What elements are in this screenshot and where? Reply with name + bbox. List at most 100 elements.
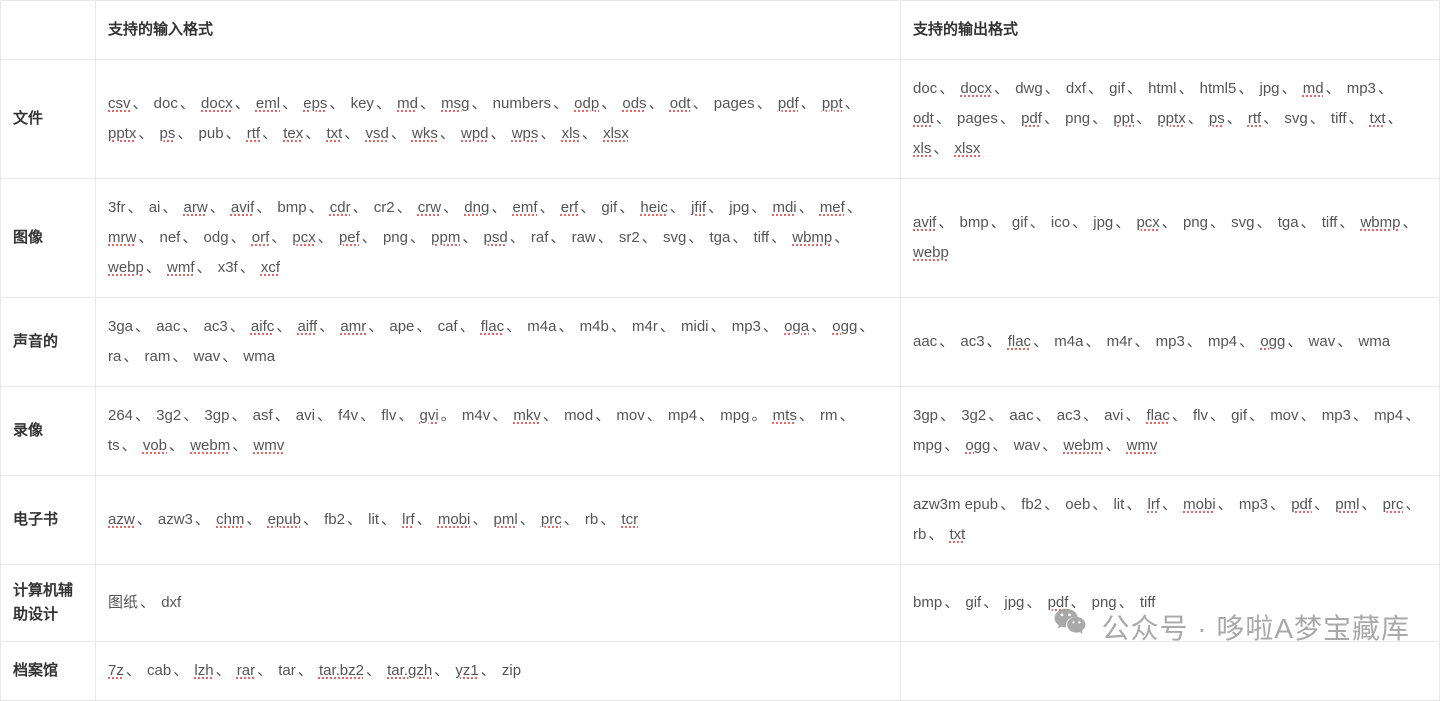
separator: 、 <box>319 318 338 335</box>
format-token: asf <box>253 407 273 424</box>
format-token: ppt <box>822 95 843 112</box>
separator: 、 <box>344 125 363 142</box>
separator: 、 <box>172 348 191 365</box>
separator: 、 <box>275 407 294 424</box>
format-token: oeb <box>1065 496 1090 513</box>
separator: 、 <box>230 318 249 335</box>
separator: 、 <box>847 199 862 216</box>
format-token: eps <box>303 95 327 112</box>
format-token: pml <box>494 511 518 528</box>
format-token: flac <box>1008 333 1031 350</box>
separator: 、 <box>1134 333 1153 350</box>
col-header-category <box>1 1 96 60</box>
output-formats-cell: azw3m epub、 fb2、 oeb、 lit、 lrf、 mobi、 mp… <box>901 476 1440 565</box>
format-token: key <box>351 95 374 112</box>
separator: 、 <box>1042 437 1061 454</box>
format-token: pcx <box>1136 214 1159 231</box>
format-token: wbmp <box>792 229 832 246</box>
separator: 、 <box>353 199 372 216</box>
format-token: lzh <box>194 662 213 679</box>
separator: 、 <box>471 95 490 112</box>
format-token: aac <box>913 333 937 350</box>
format-token: bmp <box>913 594 942 611</box>
separator: 、 <box>983 594 1002 611</box>
separator: 、 <box>232 437 251 454</box>
separator: 、 <box>1353 407 1372 424</box>
output-formats-cell: 3gp、 3g2、 aac、 ac3、 avi、 flac、 flv、 gif、… <box>901 387 1440 476</box>
separator: 、 <box>317 407 336 424</box>
format-token: mp3 <box>732 318 761 335</box>
separator: 、 <box>140 594 159 611</box>
separator: 、 <box>462 229 481 246</box>
output-formats-cell: avif、 bmp、 gif、 ico、 jpg、 pcx、 png、 svg、… <box>901 179 1440 298</box>
separator: 、 <box>133 95 152 112</box>
format-token: prc <box>1383 496 1404 513</box>
separator: 、 <box>240 259 259 276</box>
separator: 、 <box>262 125 281 142</box>
input-formats-cell: 7z、 cab、 lzh、 rar、 tar、 tar.bz2、 tar.gzh… <box>96 642 901 701</box>
separator: 、 <box>1405 407 1420 424</box>
format-token: html <box>1148 80 1176 97</box>
format-token: xlsx <box>955 140 981 157</box>
separator: 、 <box>1314 496 1333 513</box>
separator: 、 <box>928 526 947 543</box>
separator: 、 <box>510 229 529 246</box>
format-token: caf <box>438 318 458 335</box>
separator: 、 <box>416 318 435 335</box>
separator: 、 <box>123 348 142 365</box>
separator: 、 <box>933 140 952 157</box>
format-token: ppt <box>1113 110 1134 127</box>
separator: 、 <box>642 229 661 246</box>
format-token: 3g2 <box>961 407 986 424</box>
table-row: 声音的3ga、 aac、 ac3、 aifc、 aiff、 amr、 ape、 … <box>1 298 1440 387</box>
format-token: pdf <box>1021 110 1042 127</box>
format-token: ps <box>1209 110 1225 127</box>
separator: 、 <box>360 407 379 424</box>
format-token: tiff <box>753 229 769 246</box>
separator: 、 <box>1000 110 1019 127</box>
format-token: tar.gzh <box>387 662 432 679</box>
format-token: jpg <box>1260 80 1280 97</box>
separator: 、 <box>859 318 874 335</box>
format-token: m4a <box>1054 333 1083 350</box>
format-token: oga <box>784 318 809 335</box>
format-token: wav <box>1014 437 1041 454</box>
format-token: ps <box>160 125 176 142</box>
format-token: mts <box>773 407 797 424</box>
separator: 、 <box>1119 594 1138 611</box>
format-token: doc <box>913 80 937 97</box>
output-formats-cell: aac、 ac3、 flac、 m4a、 m4r、 mp3、 mp4、 ogg、… <box>901 298 1440 387</box>
format-token: ico <box>1051 214 1070 231</box>
format-token: zip <box>502 662 521 679</box>
separator: 、 <box>195 511 214 528</box>
format-token: rtf <box>247 125 260 142</box>
separator: 、 <box>1105 437 1124 454</box>
separator: 、 <box>1136 110 1155 127</box>
format-token: erf <box>561 199 579 216</box>
separator: 、 <box>440 125 459 142</box>
separator: 、 <box>183 407 202 424</box>
separator: 、 <box>711 318 730 335</box>
format-token: md <box>397 95 418 112</box>
separator: 、 <box>122 437 141 454</box>
separator: 、 <box>1402 214 1417 231</box>
separator: 、 <box>177 125 196 142</box>
format-token: avif <box>913 214 936 231</box>
format-token: mdi <box>772 199 796 216</box>
format-token: nef <box>160 229 181 246</box>
category-cell: 文件 <box>1 60 96 179</box>
table-row: 录像264、 3g2、 3gp、 asf、 avi、 f4v、 flv、 gvi… <box>1 387 1440 476</box>
separator: 、 <box>939 80 958 97</box>
separator: 、 <box>506 318 525 335</box>
separator: 、 <box>1033 333 1052 350</box>
format-token: lrf <box>1147 496 1160 513</box>
format-token: wav <box>194 348 221 365</box>
separator: 、 <box>1238 80 1257 97</box>
format-token: cr2 <box>374 199 395 216</box>
format-support-table: 支持的输入格式 支持的输出格式 文件csv、 doc、 docx、 eml、 e… <box>0 0 1440 701</box>
format-token: rb <box>913 526 926 543</box>
format-token: html5 <box>1200 80 1237 97</box>
format-token: m4v <box>462 407 490 424</box>
separator: 、 <box>1044 496 1063 513</box>
separator: 、 <box>1044 110 1063 127</box>
